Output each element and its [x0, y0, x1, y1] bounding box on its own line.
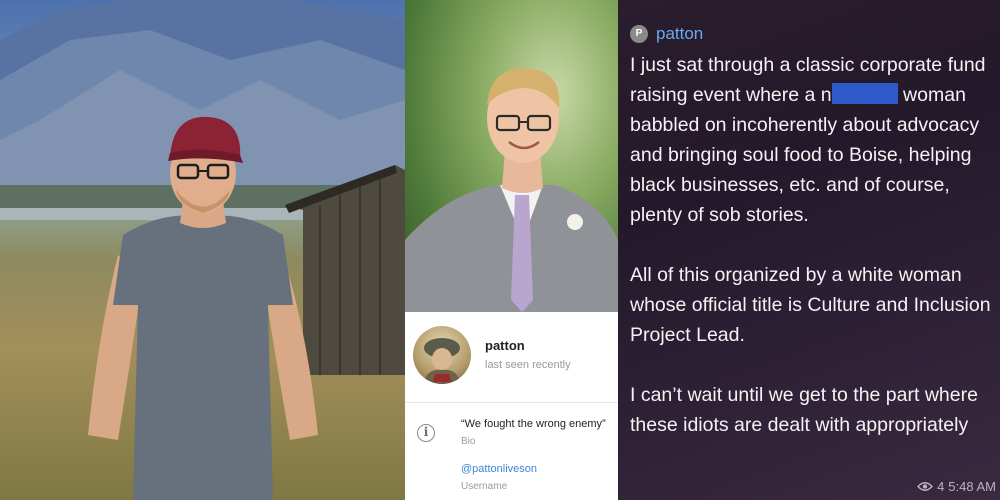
sender-row[interactable]: P patton: [630, 24, 703, 44]
username-label: Username: [461, 481, 508, 492]
profile-card: patton last seen recently i “We fought t…: [405, 312, 618, 500]
divider: [405, 402, 618, 403]
eye-icon: [917, 482, 934, 491]
avatar[interactable]: [413, 326, 471, 384]
message-meta: 4 5:48 AM: [917, 479, 996, 494]
sender-avatar[interactable]: P: [630, 25, 648, 43]
soldier-avatar-icon: [423, 338, 461, 384]
message-paragraph-3: I can’t wait until we get to the part wh…: [630, 384, 978, 436]
sender-name[interactable]: patton: [656, 24, 703, 44]
profile-photo: [405, 0, 618, 312]
profile-name: patton: [485, 338, 525, 353]
message-panel: P patton I just sat through a classic co…: [618, 0, 1000, 500]
last-seen-status: last seen recently: [485, 359, 571, 371]
suited-man-figure: [405, 68, 618, 312]
view-count: 4: [937, 479, 945, 494]
bio-text: “We fought the wrong enemy”: [461, 418, 606, 430]
outdoor-photo: [0, 0, 405, 500]
profile-panel: patton last seen recently i “We fought t…: [405, 0, 618, 500]
message-text: I just sat through a classic corporate f…: [630, 50, 998, 440]
message-time: 5:48 AM: [948, 479, 996, 494]
bio-label: Bio: [461, 436, 476, 447]
redaction-box: [831, 83, 898, 104]
message-paragraph-1: I just sat through a classic corporate f…: [630, 50, 998, 230]
message-paragraph-2: All of this organized by a white woman w…: [630, 264, 991, 346]
person-figure: [88, 116, 318, 500]
info-icon: i: [417, 424, 435, 442]
username-link[interactable]: @pattonliveson: [461, 463, 537, 475]
